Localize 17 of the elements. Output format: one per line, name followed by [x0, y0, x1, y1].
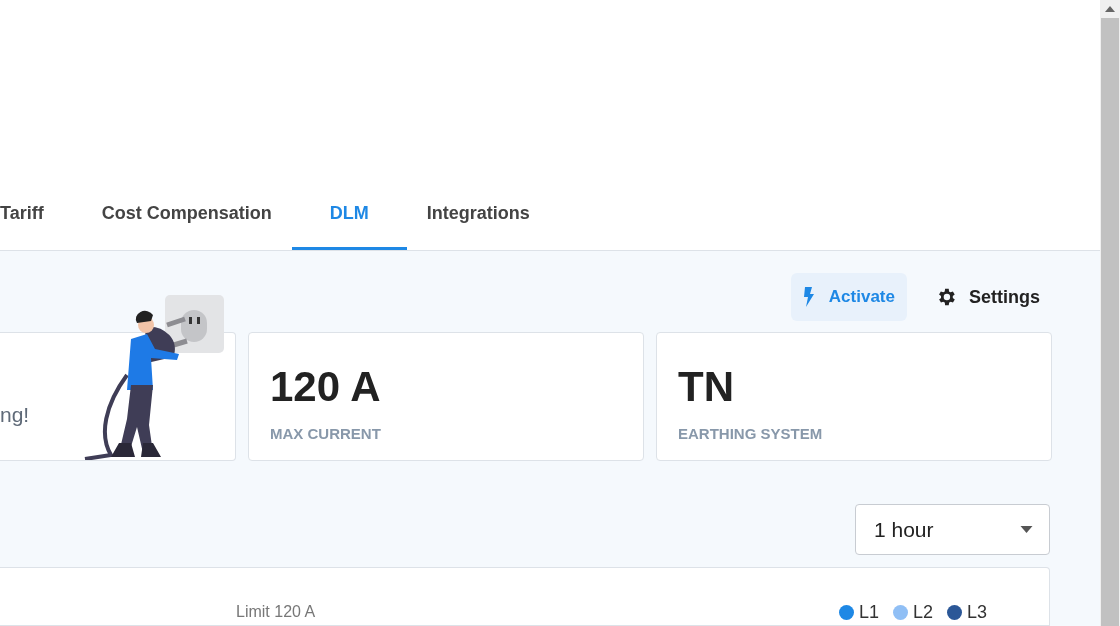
stat-label: MAX CURRENT: [270, 425, 382, 442]
info-text: ng!: [0, 403, 30, 427]
stat-value: 120 A: [270, 363, 382, 411]
legend-label: L2: [912, 602, 933, 623]
tab[interactable]: Integrations: [406, 200, 550, 250]
period-dropdown[interactable]: 1 hour: [855, 504, 1050, 555]
limit-label: Limit 120 A: [236, 604, 316, 620]
stat-label: EARTHING SYSTEM: [678, 425, 824, 442]
legend-label: L3: [966, 602, 987, 623]
legend-label: L1: [858, 602, 879, 623]
lightning-icon: [802, 287, 815, 307]
tab[interactable]: Cost Compensation: [81, 200, 292, 250]
dropdown-caret-icon: [1020, 526, 1033, 533]
tab[interactable]: Tariff: [0, 200, 64, 250]
stat-value: TN: [678, 363, 735, 411]
scroll-up-icon[interactable]: [1105, 6, 1115, 12]
settings-button[interactable]: Settings: [923, 273, 1050, 321]
